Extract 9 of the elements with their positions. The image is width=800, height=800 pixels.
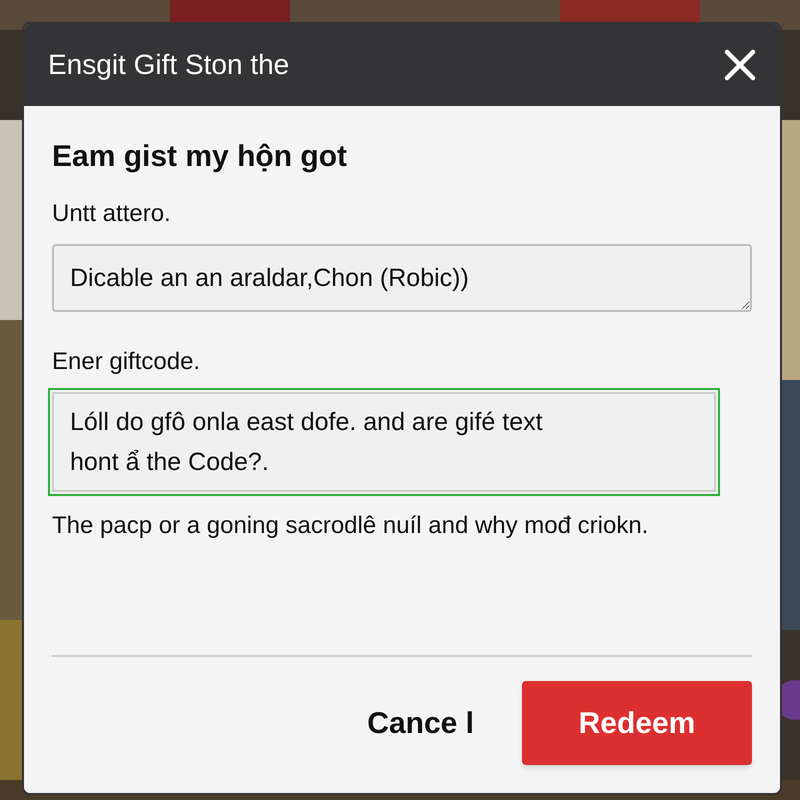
dialog-heading: Eam gist my hộn got	[52, 139, 348, 175]
text-field[interactable]: Dicable an an araldar,Chon (Robic))	[52, 244, 752, 312]
field-label: Ener giftcode.	[52, 346, 202, 376]
cancel-button[interactable]: Cance l	[359, 700, 482, 746]
window-title: Ensgit Gift Ston the	[48, 48, 290, 82]
redeem-button[interactable]: Redeem	[522, 681, 752, 765]
close-icon[interactable]	[724, 49, 756, 81]
note-text: The pacp or a goning sacrodlê nuíl and why mođ criokn.	[52, 510, 650, 540]
field-label: Untt attero.	[52, 198, 172, 228]
